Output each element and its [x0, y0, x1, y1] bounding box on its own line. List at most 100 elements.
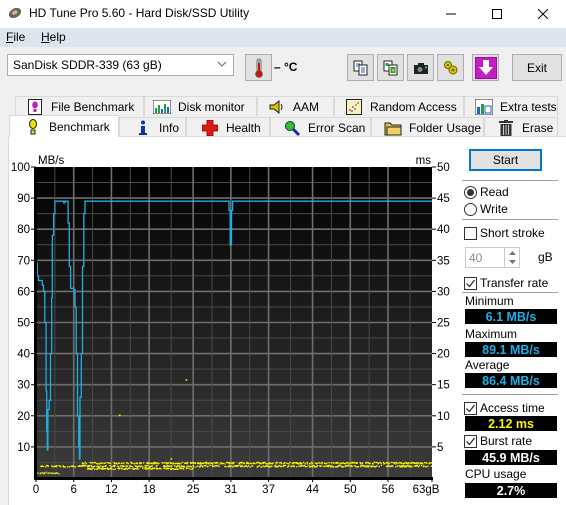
x-tick-label: 0 [33, 484, 39, 496]
access-time-point [218, 465, 220, 467]
access-time-point [330, 462, 332, 464]
access-time-point [131, 465, 133, 468]
access-time-point [423, 465, 425, 467]
access-time-point [337, 462, 339, 464]
access-time-point [186, 466, 188, 468]
maximize-icon [492, 9, 502, 19]
access-time-point [37, 472, 39, 474]
access-time-point [192, 465, 194, 467]
access-time-point [186, 467, 188, 469]
average-value: 86.4 MB/s [465, 373, 557, 388]
access-time-point [149, 467, 151, 469]
access-time-point [306, 461, 308, 464]
access-time-point [323, 462, 326, 464]
access-time-point [190, 466, 193, 468]
short-stroke-label: Short stroke [480, 226, 545, 240]
access-time-point [275, 461, 278, 463]
access-time-point [139, 466, 142, 468]
access-time-point [198, 463, 200, 465]
y2-tick-label: 40 [437, 224, 450, 236]
checkbox-checked [464, 434, 477, 448]
access-time-point [383, 462, 386, 465]
access-time-point [395, 461, 398, 463]
access-time-point [94, 468, 96, 470]
access-time-point [388, 462, 391, 464]
start-button[interactable]: Start [469, 149, 542, 171]
access-time-point [328, 464, 330, 467]
access-time-point [112, 468, 115, 471]
access-time-point [264, 462, 266, 464]
access-time-point [153, 461, 155, 464]
tab-extra-tests[interactable]: Extra tests [464, 96, 558, 116]
read-radio[interactable]: Read [464, 185, 509, 199]
exit-button[interactable]: Exit [512, 54, 562, 81]
access-time-point [247, 465, 250, 467]
access-time-point [68, 466, 70, 468]
x-tick-label: 6 [71, 484, 77, 496]
access-time-label: Access time [480, 401, 545, 415]
access-time-checkbox[interactable]: Access time [464, 401, 545, 415]
y-tick-label: 70 [17, 255, 30, 267]
transfer-rate-checkbox[interactable]: Transfer rate [464, 276, 548, 290]
x-tick-label: 18 [143, 484, 156, 496]
access-time-point [55, 466, 57, 468]
spinner-arrows[interactable] [504, 248, 519, 267]
x-tick-label: 63gB [413, 484, 440, 496]
access-time-point [249, 466, 251, 468]
save-button[interactable] [472, 54, 499, 81]
access-time-point [408, 462, 410, 464]
write-radio[interactable]: Write [464, 202, 508, 216]
access-time-point [186, 463, 188, 465]
access-time-point [397, 462, 400, 464]
short-stroke-spinner[interactable]: 40 [465, 247, 520, 268]
spin-down-icon[interactable] [508, 260, 516, 265]
access-time-point [94, 465, 96, 467]
access-time-point [418, 465, 421, 467]
burst-rate-checkbox[interactable]: Burst rate [464, 434, 532, 448]
access-time-point [90, 462, 93, 464]
access-time-point [133, 463, 136, 465]
access-time-point [422, 463, 424, 465]
maximize-button[interactable] [474, 0, 520, 28]
access-time-point [113, 461, 115, 464]
access-time-point [118, 462, 120, 465]
access-time-point [181, 461, 184, 463]
access-time-point [158, 462, 160, 464]
access-time-point [167, 462, 170, 464]
y-axis-right: 5 10 15 20 25 30 35 40 45 50 [432, 162, 450, 454]
short-stroke-checkbox[interactable]: Short stroke [464, 226, 545, 240]
access-time-point [47, 472, 49, 475]
access-time-point [205, 463, 207, 465]
access-time-point [416, 464, 418, 467]
close-button[interactable] [520, 0, 566, 28]
maximum-label: Maximum [465, 327, 518, 341]
access-time-point [130, 465, 132, 467]
access-time-point [329, 466, 332, 468]
tab-erase[interactable]: Erase [484, 117, 558, 137]
access-time-point [228, 463, 231, 465]
access-time-point [199, 462, 202, 464]
access-time-point [175, 462, 177, 465]
separator [462, 219, 558, 220]
access-time-point [296, 462, 299, 464]
access-time-point [134, 468, 137, 470]
access-time-point [136, 467, 138, 469]
access-time-point [125, 467, 127, 469]
access-time-point [101, 466, 104, 468]
access-time-point [239, 461, 241, 464]
spin-up-icon[interactable] [508, 250, 516, 255]
checkmark-icon [466, 279, 475, 287]
access-time-point [339, 464, 341, 467]
access-time-point [347, 461, 349, 464]
access-time-point [355, 466, 358, 468]
access-time-point [129, 467, 131, 469]
access-time-point [109, 462, 111, 464]
access-time-point [426, 462, 428, 464]
access-time-point [178, 466, 181, 468]
tab-benchmark[interactable]: Benchmark [9, 115, 119, 137]
access-time-point [137, 468, 140, 470]
access-time-point [105, 467, 107, 470]
access-time-point [248, 463, 250, 465]
access-time-point [391, 461, 393, 463]
access-time-point [245, 465, 247, 467]
